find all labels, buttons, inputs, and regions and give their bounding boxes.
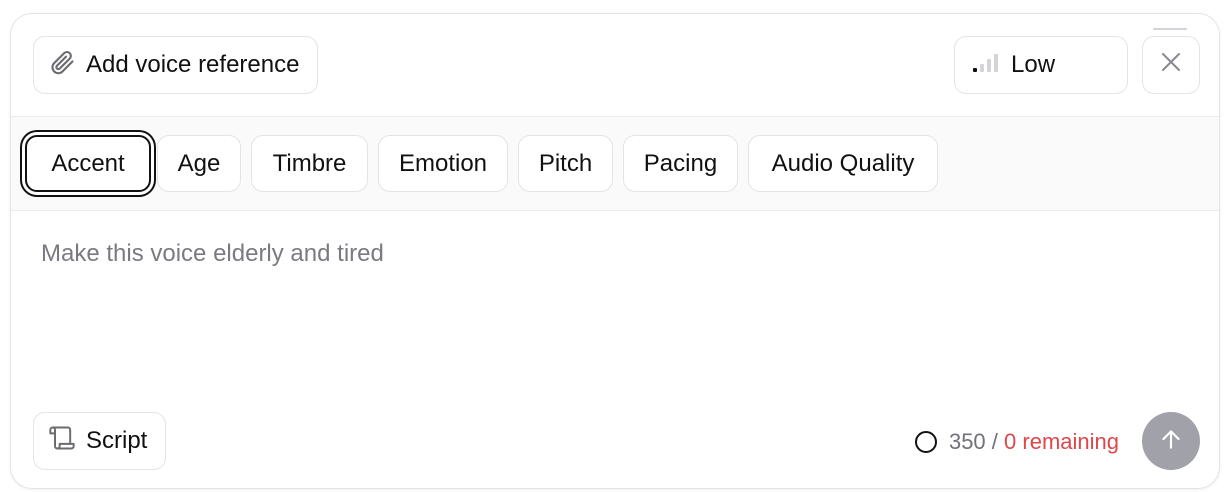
tag-label: Pitch bbox=[538, 149, 593, 177]
tag-label: Accent bbox=[51, 149, 125, 177]
quality-selector[interactable]: Low bbox=[954, 36, 1128, 94]
tag-label: Age bbox=[177, 149, 221, 177]
paperclip-icon bbox=[48, 48, 76, 83]
prompt-input[interactable]: Make this voice elderly and tired bbox=[41, 240, 384, 268]
character-counter: 350 / 0 remaining bbox=[914, 426, 1119, 458]
add-voice-reference-label: Add voice reference bbox=[86, 51, 300, 78]
tag-label: Pacing bbox=[643, 149, 718, 177]
tag-label: Audio Quality bbox=[771, 149, 915, 177]
quality-label: Low bbox=[1011, 51, 1056, 78]
send-button[interactable] bbox=[1142, 412, 1200, 470]
arrow-up-icon bbox=[1158, 426, 1184, 457]
circle-icon bbox=[914, 431, 937, 453]
panel-header: Add voice reference Low bbox=[11, 14, 1219, 117]
tag-bar: Accent Age Timbre Emotion Pitch Pacing A… bbox=[11, 116, 1219, 211]
scroll-icon bbox=[48, 424, 76, 459]
close-button[interactable] bbox=[1142, 36, 1200, 94]
tag-label: Emotion bbox=[398, 149, 488, 177]
count-value: 350 bbox=[948, 429, 986, 454]
script-label: Script bbox=[86, 427, 148, 454]
tag-pacing[interactable]: Pacing bbox=[623, 135, 738, 192]
tag-audio-quality[interactable]: Audio Quality bbox=[748, 135, 938, 192]
tag-emotion[interactable]: Emotion bbox=[378, 135, 508, 192]
tag-label: Timbre bbox=[272, 149, 347, 177]
close-icon bbox=[1160, 51, 1182, 80]
count-separator: / bbox=[991, 429, 998, 454]
script-button[interactable]: Script bbox=[33, 412, 167, 470]
add-voice-reference-button[interactable]: Add voice reference bbox=[33, 36, 319, 94]
tag-accent[interactable]: Accent bbox=[25, 135, 151, 192]
tag-age[interactable]: Age bbox=[157, 135, 241, 192]
voice-design-panel: Add voice reference Low Accent Age Timbr… bbox=[10, 13, 1220, 489]
tag-timbre[interactable]: Timbre bbox=[251, 135, 368, 192]
remaining-count: 0 remaining bbox=[1004, 429, 1119, 454]
tag-pitch[interactable]: Pitch bbox=[518, 135, 613, 192]
signal-bars-icon bbox=[971, 51, 1001, 80]
